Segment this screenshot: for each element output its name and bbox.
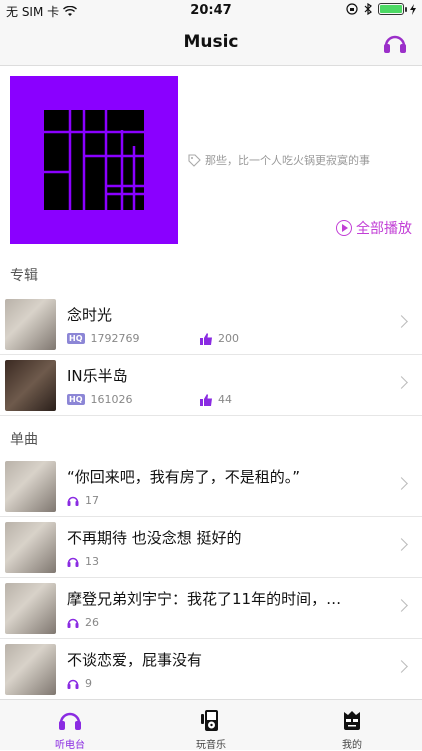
headphone-icon: [67, 557, 79, 567]
chevron-right-icon: [395, 538, 408, 551]
album-play-count: 161026: [90, 393, 133, 406]
album-title: 念时光: [67, 306, 113, 324]
chevron-right-icon: [395, 477, 408, 490]
section-singles-label: 单曲: [10, 432, 38, 448]
hq-badge-icon: HQ: [67, 333, 85, 344]
play-all-button[interactable]: 全部播放: [336, 218, 412, 238]
single-listen-count: 17: [85, 494, 99, 507]
charging-icon: [410, 3, 416, 15]
section-albums-label: 专辑: [10, 268, 38, 284]
album-like-count: 44: [218, 393, 232, 406]
tab-bar: 听电台 玩音乐 我的: [0, 699, 422, 751]
profile-icon: [344, 711, 360, 730]
headphone-icon: [67, 618, 79, 628]
album-likes: 200: [200, 332, 239, 345]
headphone-icon: [59, 712, 81, 730]
thumbs-up-icon: [200, 332, 212, 345]
single-listens: 17: [67, 494, 99, 507]
bluetooth-icon: [364, 3, 372, 15]
single-listens: 26: [67, 616, 99, 629]
single-title: 不谈恋爱，屁事没有: [67, 651, 203, 669]
album-likes: 44: [200, 393, 232, 406]
navigation-bar: Music: [0, 22, 422, 66]
single-listens: 13: [67, 555, 99, 568]
album-row[interactable]: 念时光 HQ 1792769 200: [0, 294, 422, 355]
album-title: IN乐半岛: [67, 367, 128, 385]
single-listen-count: 13: [85, 555, 99, 568]
album-row[interactable]: IN乐半岛 HQ 161026 44: [0, 355, 422, 416]
single-row[interactable]: “你回来吧，我有房了，不是租的。” 17: [0, 456, 422, 517]
chevron-right-icon: [395, 599, 408, 612]
tab-music-label: 玩音乐: [196, 740, 226, 751]
chevron-right-icon: [395, 660, 408, 673]
tab-profile[interactable]: 我的: [282, 700, 422, 751]
single-thumbnail: [5, 522, 56, 573]
hq-badge-icon: HQ: [67, 394, 85, 405]
orientation-lock-icon: [346, 3, 358, 15]
single-listen-count: 26: [85, 616, 99, 629]
play-icon: [336, 220, 352, 236]
chevron-right-icon: [395, 315, 408, 328]
tag-icon: [188, 153, 201, 167]
album-like-count: 200: [218, 332, 239, 345]
battery-fill: [380, 5, 402, 13]
album-play-count: 1792769: [90, 332, 140, 345]
tagline: 那些，比一个人吃火锅更寂寞的事: [188, 152, 370, 168]
single-thumbnail: [5, 644, 56, 695]
tab-radio-label: 听电台: [55, 740, 85, 751]
single-listen-count: 9: [85, 677, 92, 690]
headphone-icon[interactable]: [382, 30, 408, 56]
single-title: 摩登兄弟刘宇宁：我花了11年的时间，…: [67, 590, 342, 608]
single-row[interactable]: 摩登兄弟刘宇宁：我花了11年的时间，… 26: [0, 578, 422, 639]
status-right: [346, 3, 416, 15]
single-thumbnail: [5, 583, 56, 634]
status-bar: 无 SIM 卡 20:47: [0, 0, 422, 22]
tab-music[interactable]: 玩音乐: [141, 700, 281, 751]
battery-icon: [378, 3, 407, 15]
tab-radio[interactable]: 听电台: [0, 700, 140, 751]
single-title: “你回来吧，我有房了，不是租的。”: [67, 468, 301, 486]
chevron-right-icon: [395, 376, 408, 389]
cover-art: [44, 110, 144, 210]
tab-profile-label: 我的: [342, 740, 362, 751]
featured-section: 那些，比一个人吃火锅更寂寞的事 全部播放: [0, 66, 422, 252]
music-player-icon: [201, 710, 218, 731]
single-title: 不再期待 也没念想 挺好的: [67, 529, 242, 547]
play-all-label: 全部播放: [356, 221, 412, 237]
tagline-text: 那些，比一个人吃火锅更寂寞的事: [205, 154, 370, 167]
single-listens: 9: [67, 677, 92, 690]
cover-image[interactable]: [10, 76, 178, 244]
thumbs-up-icon: [200, 393, 212, 406]
headphone-icon: [67, 679, 79, 689]
album-plays: HQ 161026: [67, 393, 133, 406]
album-thumbnail: [5, 360, 56, 411]
album-plays: HQ 1792769: [67, 332, 140, 345]
single-row[interactable]: 不再期待 也没念想 挺好的 13: [0, 517, 422, 578]
single-thumbnail: [5, 461, 56, 512]
album-thumbnail: [5, 299, 56, 350]
page-title: Music: [183, 32, 239, 52]
headphone-icon: [67, 496, 79, 506]
single-row[interactable]: 不谈恋爱，屁事没有 9: [0, 639, 422, 700]
